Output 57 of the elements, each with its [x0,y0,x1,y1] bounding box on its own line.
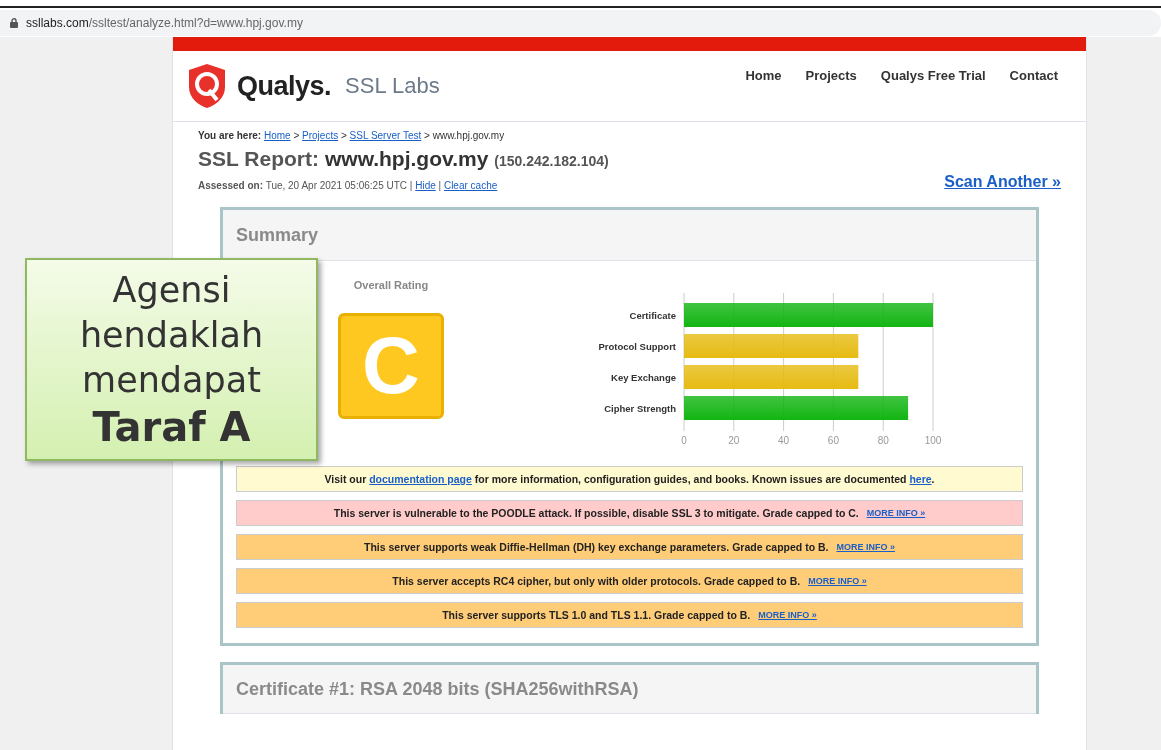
callout-text: hendaklah [79,314,264,357]
more-info-link[interactable]: MORE INFO » [808,576,867,586]
callout-text: Agensi [112,269,231,312]
breadcrumb-link[interactable]: Projects [302,130,339,141]
shield-logo-icon [187,63,227,109]
axis-tick-label: 100 [924,435,942,445]
scan-another-link[interactable]: Scan Another » [944,173,1061,191]
notice-text: Visit our documentation page for more information, configuration guides, and books. Known issues are documented here. [324,473,935,485]
report-action-link[interactable]: Clear cache [443,180,498,191]
breadcrumb-link[interactable]: Home [263,130,291,141]
nav-link[interactable]: Home [745,68,782,83]
category-label: Protocol Support [598,341,676,352]
nav-link[interactable]: Projects [805,68,857,83]
notice-text: This server supports TLS 1.0 and TLS 1.1. Grade capped to B. [442,609,751,621]
category-label: Key Exchange [611,372,676,383]
category-label: Certificate [629,310,676,321]
panel-title: Certificate #1: RSA 2048 bits (SHA256withRSA) [236,678,639,700]
report-title-prefix: SSL Report: [198,147,319,171]
action-divider: | [437,180,443,191]
nav-link[interactable]: Qualys Free Trial [880,68,986,83]
more-info-link[interactable]: MORE INFO » [758,610,817,620]
product-name: SSL Labs [345,73,440,99]
breadcrumb-separator: > [292,130,301,141]
breadcrumb-separator: > [339,130,348,141]
address-bar[interactable]: ssllabs.com/ssltest/analyze.html?d=www.hpj.gov.my [0,10,1161,36]
panel-title: Summary [236,224,319,246]
inline-link[interactable]: documentation page [369,473,472,485]
notice-text: This server accepts RC4 cipher, but only with older protocols. Grade capped to B. [392,575,801,587]
report-ip: (150.242.182.104) [494,153,609,169]
notice-text: This server is vulnerable to the POODLE attack. If possible, disable SSL 3 to mitigate. Grade capped to C. [333,507,859,519]
nav-link[interactable]: Contact [1009,68,1058,83]
axis-tick-label: 60 [827,435,839,445]
axis-tick-label: 80 [877,435,889,445]
axis-tick-label: 0 [681,435,687,445]
report-action-link[interactable]: Hide [415,180,436,191]
report-host: www.hpj.gov.my [324,147,489,171]
axis-tick-label: 20 [728,435,740,445]
grade-badge: C [338,313,444,419]
more-info-link[interactable]: MORE INFO » [836,542,895,552]
callout-emphasis: Taraf A [92,403,251,451]
breadcrumb-separator: > [423,130,431,141]
callout-text: mendapat [82,359,261,402]
inline-link[interactable]: here [909,473,932,485]
action-divider: | [408,180,414,191]
category-label: Cipher Strength [604,403,676,414]
axis-tick-label: 40 [778,435,790,445]
brand-name: Qualys. [237,70,332,102]
breadcrumb-current: www.hpj.gov.my [432,130,505,141]
overall-rating-label: Overall Rating [353,279,429,291]
breadcrumb-link[interactable]: SSL Server Test [349,130,422,141]
lock-icon[interactable] [10,18,18,28]
url-text: ssllabs.com/ssltest/analyze.html?d=www.hpj.gov.my [26,16,303,30]
assessed-label: Assessed on: [198,180,264,191]
breadcrumb-label: You are here: [198,130,262,141]
notice-text: This server supports weak Diffie-Hellman (DH) key exchange parameters. Grade capped to B. [364,541,829,553]
assessed-date: Tue, 20 Apr 2021 05:06:25 UTC [265,180,408,191]
more-info-link[interactable]: MORE INFO » [866,508,926,518]
